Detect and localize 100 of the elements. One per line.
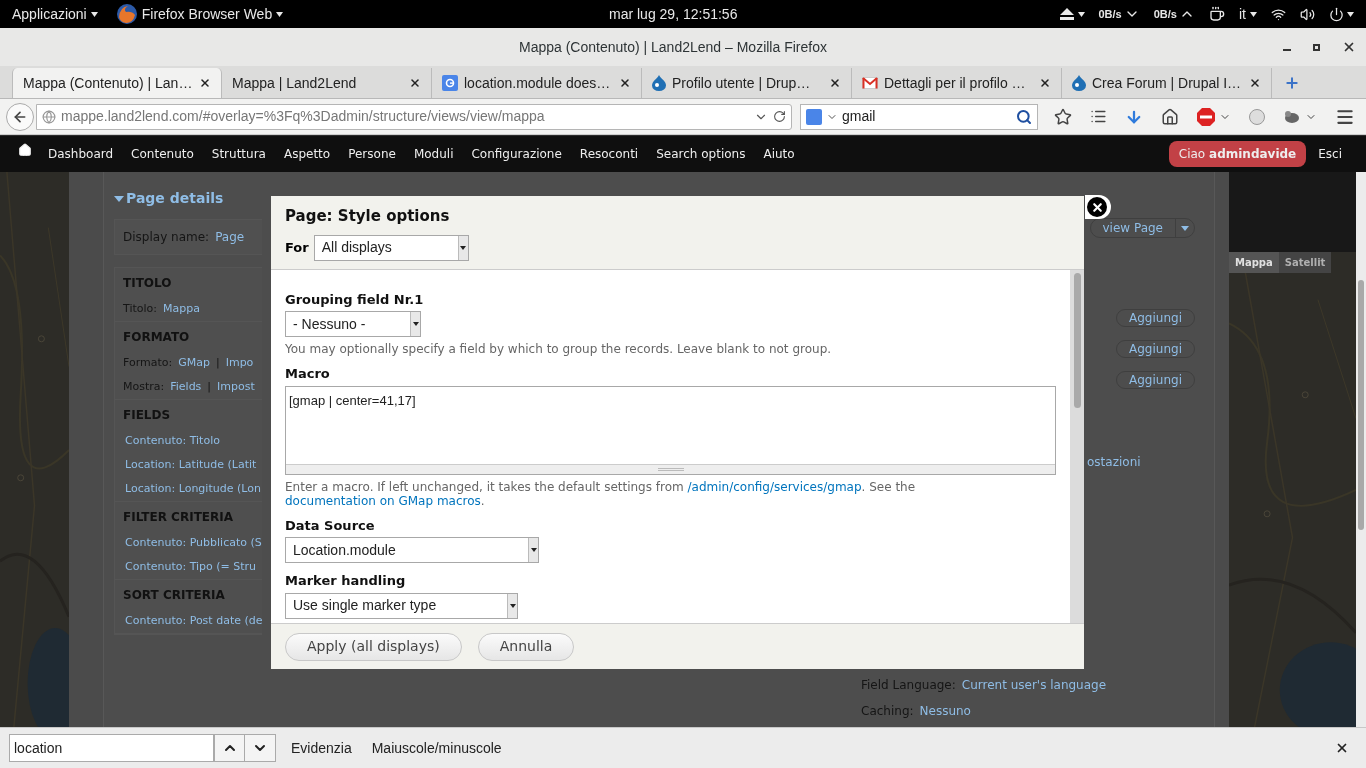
maximize-icon[interactable] bbox=[1313, 43, 1320, 51]
section-title[interactable]: Page details bbox=[114, 188, 262, 209]
toolbar-link[interactable]: Contenuto bbox=[131, 145, 194, 163]
field-link[interactable]: Mappa bbox=[163, 300, 200, 318]
find-field[interactable]: location bbox=[9, 734, 214, 762]
find-previous-button[interactable] bbox=[214, 734, 245, 762]
reload-icon[interactable] bbox=[773, 110, 786, 123]
toolbar-link[interactable]: Aiuto bbox=[763, 145, 795, 163]
search-field[interactable]: gmail bbox=[800, 103, 1038, 130]
drop-icon bbox=[1072, 75, 1086, 91]
app-menu[interactable]: Firefox Browser Web bbox=[115, 3, 284, 25]
back-button[interactable] bbox=[6, 102, 34, 131]
caret-icon bbox=[1077, 11, 1085, 17]
toolbar-link[interactable]: Configurazione bbox=[471, 145, 562, 163]
satellite-type-button[interactable]: Satellit bbox=[1278, 252, 1332, 273]
caret-icon bbox=[412, 322, 419, 326]
separator: | bbox=[215, 354, 220, 371]
upload-speed[interactable]: 0B/s bbox=[1153, 5, 1195, 23]
search-icon[interactable] bbox=[1016, 108, 1032, 125]
field-link[interactable]: Contenuto: Titolo bbox=[123, 432, 220, 450]
toolbar-link[interactable]: Search options bbox=[656, 145, 746, 163]
clock[interactable]: mar lug 29, 12:51:56 bbox=[609, 3, 738, 25]
browser-tab[interactable]: Mappa | Land2Lend bbox=[222, 68, 432, 98]
toolbar-link[interactable]: Moduli bbox=[413, 145, 454, 163]
extension-button[interactable] bbox=[1283, 109, 1317, 124]
applications-menu[interactable]: Applicazioni bbox=[12, 3, 98, 25]
help-text: You may optionally specify a field by which to group the records. Leave blank to not group. bbox=[285, 342, 833, 356]
toolbar-link[interactable]: Resoconti bbox=[579, 145, 639, 163]
stop-sign-icon bbox=[1197, 107, 1215, 126]
browser-tab[interactable]: Crea Forum | Drupal I… bbox=[1062, 68, 1272, 98]
field-label: For bbox=[285, 238, 309, 257]
bookmark-star-icon[interactable] bbox=[1054, 107, 1072, 126]
new-tab-icon[interactable] bbox=[1284, 75, 1300, 91]
browser-tab[interactable]: Dettagli per il profilo … bbox=[852, 68, 1062, 98]
close-tab-icon[interactable] bbox=[409, 77, 421, 89]
caret-icon bbox=[509, 603, 516, 608]
bookmarks-list-icon[interactable] bbox=[1090, 108, 1107, 125]
field-link[interactable]: Fields bbox=[170, 378, 202, 396]
toolbar-link[interactable]: Persone bbox=[348, 145, 396, 163]
search-engine-icon[interactable] bbox=[806, 108, 822, 125]
field-link[interactable]: Impo bbox=[225, 354, 254, 372]
adblock-button[interactable] bbox=[1197, 107, 1231, 126]
fox-icon bbox=[115, 3, 138, 25]
toolbar-link[interactable]: Aspetto bbox=[283, 145, 331, 163]
home-icon[interactable] bbox=[1161, 107, 1179, 126]
close-tab-icon[interactable] bbox=[199, 77, 211, 89]
field-link[interactable]: Location: Latitude (Latit bbox=[123, 456, 257, 474]
eject-menu[interactable] bbox=[1059, 8, 1085, 20]
power-menu[interactable] bbox=[1329, 6, 1354, 22]
logout-link[interactable]: Esci bbox=[1318, 145, 1342, 163]
wifi-icon[interactable] bbox=[1271, 6, 1286, 22]
field-label: Marker handling bbox=[285, 572, 407, 590]
settings-link[interactable]: ostazioni bbox=[1087, 453, 1141, 471]
scrollbar[interactable] bbox=[1070, 269, 1084, 623]
help-link[interactable]: /admin/config/services/gmap bbox=[687, 479, 862, 494]
dropdown-select[interactable]: Use single marker type bbox=[285, 592, 518, 619]
macro-textarea[interactable]: [gmap | center=41,17] bbox=[285, 385, 1056, 475]
field-link[interactable]: Impost bbox=[217, 378, 255, 396]
user-button[interactable]: Ciao admindavide bbox=[1168, 141, 1307, 167]
close-icon[interactable] bbox=[1335, 741, 1349, 755]
browser-tab[interactable]: location.module does… bbox=[432, 68, 642, 98]
close-icon bbox=[1090, 200, 1104, 214]
dropdown-select[interactable]: - Nessuno - bbox=[285, 311, 421, 337]
field-link[interactable]: Contenuto: Post date (de bbox=[123, 612, 262, 630]
language-menu[interactable]: it bbox=[1239, 3, 1257, 25]
home-icon[interactable] bbox=[18, 143, 32, 157]
field-link[interactable]: Location: Longitude (Lon bbox=[123, 480, 261, 498]
highlight-toggle[interactable]: Evidenzia bbox=[291, 737, 352, 759]
close-icon[interactable] bbox=[1342, 40, 1356, 54]
field-link[interactable]: Contenuto: Tipo (= Stru bbox=[123, 558, 257, 576]
field-link[interactable]: Current user's language bbox=[961, 676, 1107, 694]
close-tab-icon[interactable] bbox=[829, 77, 841, 89]
close-tab-icon[interactable] bbox=[619, 77, 631, 89]
close-tab-icon[interactable] bbox=[1249, 77, 1261, 89]
toolbar-link[interactable]: Dashboard bbox=[48, 145, 114, 163]
find-next-button[interactable] bbox=[245, 734, 276, 762]
caret-icon bbox=[1181, 225, 1189, 231]
field-label: Mostra: bbox=[123, 378, 165, 395]
dropdown-select[interactable]: All displays bbox=[313, 234, 469, 261]
help-link[interactable]: documentation on GMap macros bbox=[285, 493, 481, 508]
field-link[interactable]: Contenuto: Pubblicato (S bbox=[123, 534, 262, 552]
display-name-link[interactable]: Page bbox=[215, 228, 245, 246]
close-tab-icon[interactable] bbox=[1039, 77, 1051, 89]
volume-icon[interactable] bbox=[1300, 6, 1315, 22]
dialog-button[interactable]: Annulla bbox=[477, 632, 575, 661]
map-type-button[interactable]: Mappa bbox=[1229, 252, 1279, 273]
page-scrollbar[interactable] bbox=[1356, 172, 1366, 727]
coffee-icon[interactable] bbox=[1209, 6, 1225, 22]
address-field[interactable]: mappe.land2lend.com/#overlay=%3Fq%3Dadmin/structure/views/view/mappa bbox=[36, 103, 792, 130]
browser-tab[interactable]: Profilo utente | Drup… bbox=[642, 68, 852, 98]
field-link[interactable]: Nessuno bbox=[919, 702, 971, 720]
dropdown-select[interactable]: Location.module bbox=[285, 537, 539, 563]
browser-tab[interactable]: Mappa (Contenuto) | Lan… bbox=[12, 68, 222, 98]
close-button[interactable] bbox=[1085, 195, 1111, 219]
toolbar-link[interactable]: Struttura bbox=[211, 145, 266, 163]
match-case-toggle[interactable]: Maiuscole/minuscole bbox=[371, 737, 502, 759]
dialog-button[interactable]: Apply (all displays) bbox=[285, 632, 462, 661]
eject-icon bbox=[1059, 8, 1074, 20]
download-speed[interactable]: 0B/s bbox=[1098, 5, 1140, 23]
field-link[interactable]: GMap bbox=[178, 354, 210, 372]
